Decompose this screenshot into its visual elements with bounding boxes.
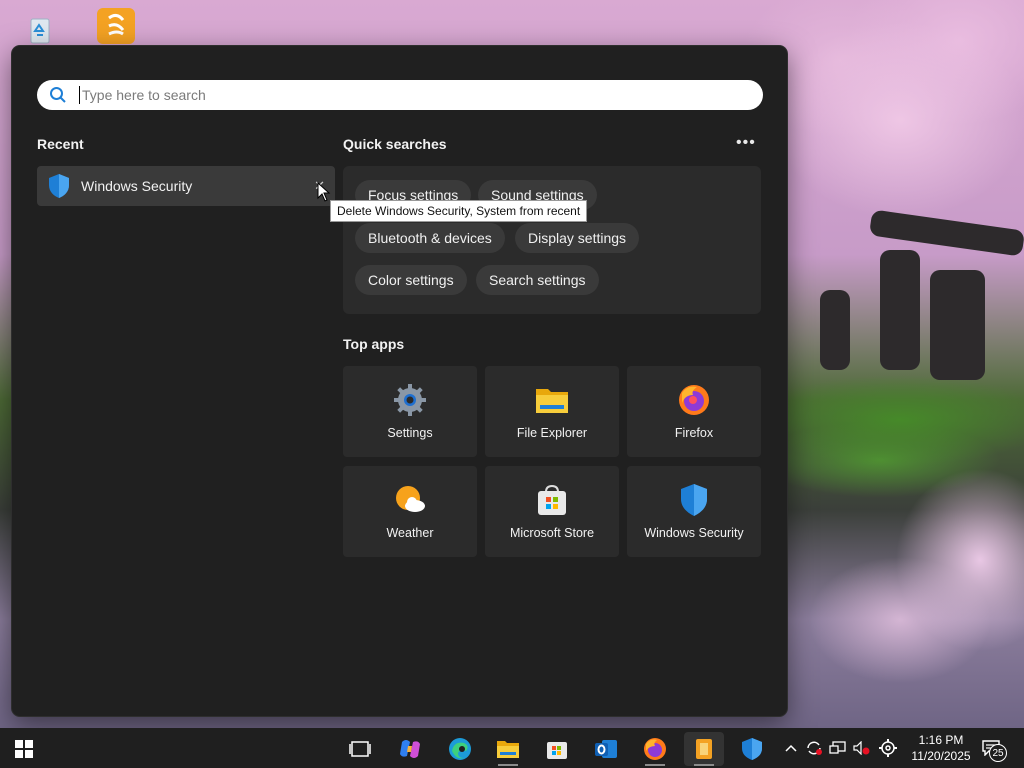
- outlook-button[interactable]: [586, 732, 626, 766]
- clock-date: 11/20/2025: [911, 749, 971, 763]
- store-icon: [536, 484, 568, 516]
- more-options-button[interactable]: •••: [736, 134, 756, 152]
- app-tile-label: Firefox: [674, 426, 714, 440]
- chip-search-settings[interactable]: Search settings: [476, 265, 599, 295]
- tooltip: Delete Windows Security, System from rec…: [330, 200, 588, 222]
- quick-searches-box: Focus settings Sound settings Bluetooth …: [343, 166, 761, 314]
- search-input[interactable]: [79, 86, 763, 104]
- firefox-icon: [677, 384, 711, 416]
- outlook-icon: [595, 740, 617, 758]
- shield-icon: [37, 173, 81, 199]
- app-tile-label: Weather: [386, 526, 434, 540]
- system-tray: [780, 728, 902, 768]
- recycle-bin-icon[interactable]: [18, 10, 62, 50]
- app-tile-label: Windows Security: [644, 526, 744, 540]
- windows-security-taskbar-button[interactable]: [732, 732, 772, 766]
- microsoft-store-button[interactable]: [537, 732, 577, 766]
- shield-icon: [679, 484, 709, 516]
- app-tile-firefox[interactable]: Firefox: [627, 366, 761, 457]
- sync-icon[interactable]: [802, 740, 826, 756]
- recent-heading: Recent: [37, 136, 84, 152]
- recent-item-windows-security[interactable]: Windows Security ✕: [37, 166, 335, 206]
- app-tile-windows-security[interactable]: Windows Security: [627, 466, 761, 557]
- app-tile-label: File Explorer: [516, 426, 588, 440]
- app-tile-microsoft-store[interactable]: Microsoft Store: [485, 466, 619, 557]
- gear-icon: [393, 384, 427, 416]
- clock-time: 1:16 PM: [918, 733, 964, 747]
- top-apps-heading: Top apps: [343, 336, 405, 352]
- search-box[interactable]: [37, 80, 763, 110]
- recent-item-label: Windows Security: [81, 178, 193, 194]
- folder-icon: [535, 384, 569, 416]
- app-tile-weather[interactable]: Weather: [343, 466, 477, 557]
- copilot-button[interactable]: [390, 732, 430, 766]
- network-icon[interactable]: [826, 741, 850, 755]
- taskbar: 1:16 PM 11/20/2025: [0, 728, 1024, 768]
- notes-app-icon: [696, 739, 712, 759]
- edge-icon: [449, 738, 471, 760]
- microsoft-store-icon: [547, 742, 567, 759]
- quick-searches-heading: Quick searches: [343, 136, 447, 152]
- firefox-icon: [644, 738, 666, 760]
- chevron-up-icon[interactable]: [780, 744, 802, 752]
- app-tile-label: Settings: [387, 426, 433, 440]
- volume-muted-icon[interactable]: [850, 741, 874, 755]
- chip-bluetooth-devices[interactable]: Bluetooth & devices: [355, 223, 505, 253]
- copilot-icon: [400, 740, 420, 758]
- app-tile-label: Microsoft Store: [509, 526, 595, 540]
- app-tile-settings[interactable]: Settings: [343, 366, 477, 457]
- weather-icon: [393, 484, 427, 516]
- edge-button[interactable]: [440, 732, 480, 766]
- file-explorer-icon: [497, 741, 519, 758]
- task-view-button[interactable]: [340, 732, 380, 766]
- firefox-taskbar-button[interactable]: [635, 732, 675, 766]
- windows-security-icon: [742, 738, 762, 760]
- mouse-cursor-icon: [317, 181, 331, 207]
- chip-display-settings[interactable]: Display settings: [515, 223, 640, 253]
- notes-app-button[interactable]: [684, 732, 724, 766]
- file-explorer-button[interactable]: [488, 732, 528, 766]
- sublime-app-icon[interactable]: [94, 6, 138, 46]
- settings-gear-icon[interactable]: [874, 739, 902, 757]
- start-button[interactable]: [4, 732, 44, 766]
- search-panel: Recent Windows Security ✕ Quick searches…: [12, 46, 787, 716]
- notification-count-badge: 25: [989, 744, 1007, 762]
- task-view-icon: [349, 741, 371, 757]
- search-icon: [37, 86, 79, 104]
- chip-color-settings[interactable]: Color settings: [355, 265, 467, 295]
- app-tile-file-explorer[interactable]: File Explorer: [485, 366, 619, 457]
- taskbar-clock[interactable]: 1:16 PM 11/20/2025: [906, 732, 976, 764]
- windows-logo-icon: [15, 740, 33, 758]
